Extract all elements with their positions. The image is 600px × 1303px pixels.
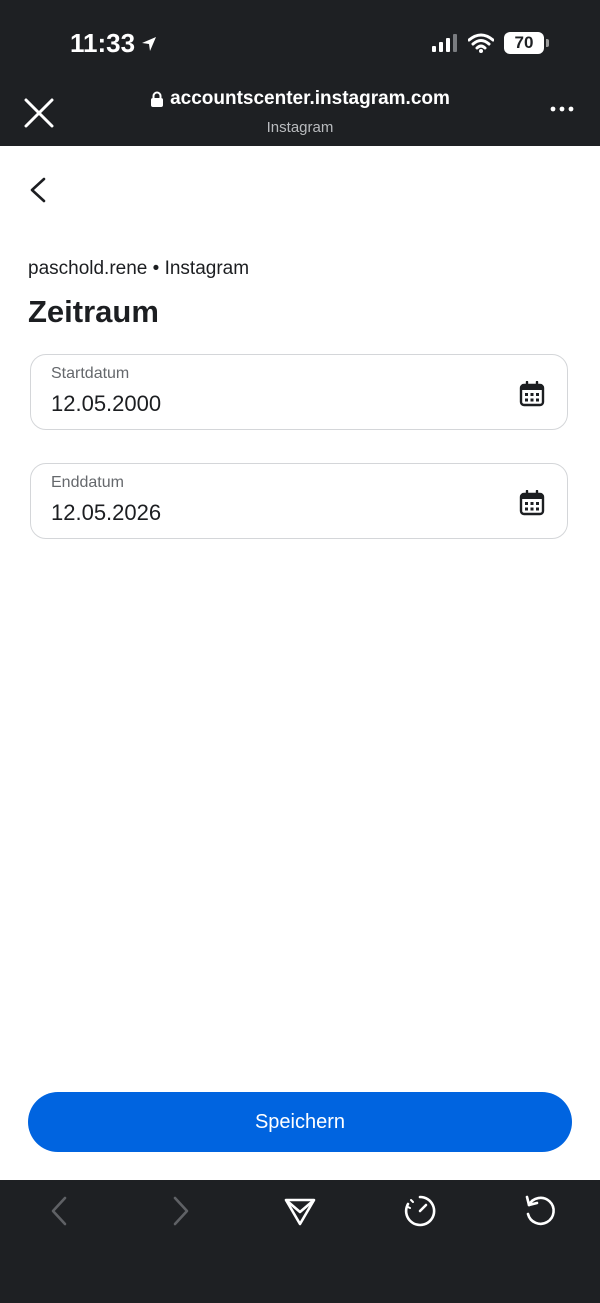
back-chevron-icon[interactable] [26, 176, 52, 204]
page-title: Zeitraum [28, 294, 159, 329]
battery-level: 70 [514, 33, 534, 52]
nav-back-icon[interactable] [43, 1194, 77, 1228]
share-icon[interactable] [283, 1194, 317, 1228]
page-content: paschold.rene • Instagram Zeitraum Start… [0, 146, 600, 1180]
start-date-value: 12.05.2000 [51, 391, 162, 416]
browser-top-bar: 11:33 70 accountscenter.instagram.com In… [0, 0, 600, 146]
calendar-icon[interactable] [519, 381, 545, 407]
url-text: accountscenter.instagram.com [170, 88, 450, 109]
start-date-field[interactable]: Startdatum 12.05.2000 [30, 354, 568, 430]
address-bar[interactable]: accountscenter.instagram.com Instagram [0, 88, 600, 136]
battery-icon: 70 [504, 32, 549, 54]
start-date-label: Startdatum [51, 365, 130, 382]
account-line: paschold.rene • Instagram [28, 258, 250, 279]
status-time-text: 11:33 [70, 28, 136, 58]
save-button[interactable]: Speichern [28, 1092, 572, 1152]
more-icon[interactable] [550, 104, 574, 114]
nav-forward-icon[interactable] [163, 1194, 197, 1228]
reload-icon[interactable] [523, 1194, 557, 1228]
speed-icon[interactable] [403, 1194, 437, 1228]
wifi-icon [468, 33, 494, 53]
calendar-icon[interactable] [519, 490, 545, 516]
end-date-label: Enddatum [51, 474, 124, 491]
end-date-field[interactable]: Enddatum 12.05.2026 [30, 463, 568, 539]
browser-bottom-bar [0, 1180, 600, 1303]
site-name: Instagram [266, 118, 334, 136]
location-arrow-icon [142, 36, 157, 51]
status-time: 11:33 [70, 28, 159, 59]
end-date-value: 12.05.2026 [51, 500, 162, 525]
status-indicators: 70 [432, 32, 549, 54]
lock-icon [151, 91, 164, 107]
url-line: accountscenter.instagram.com [150, 88, 450, 110]
cellular-signal-icon [432, 34, 457, 52]
